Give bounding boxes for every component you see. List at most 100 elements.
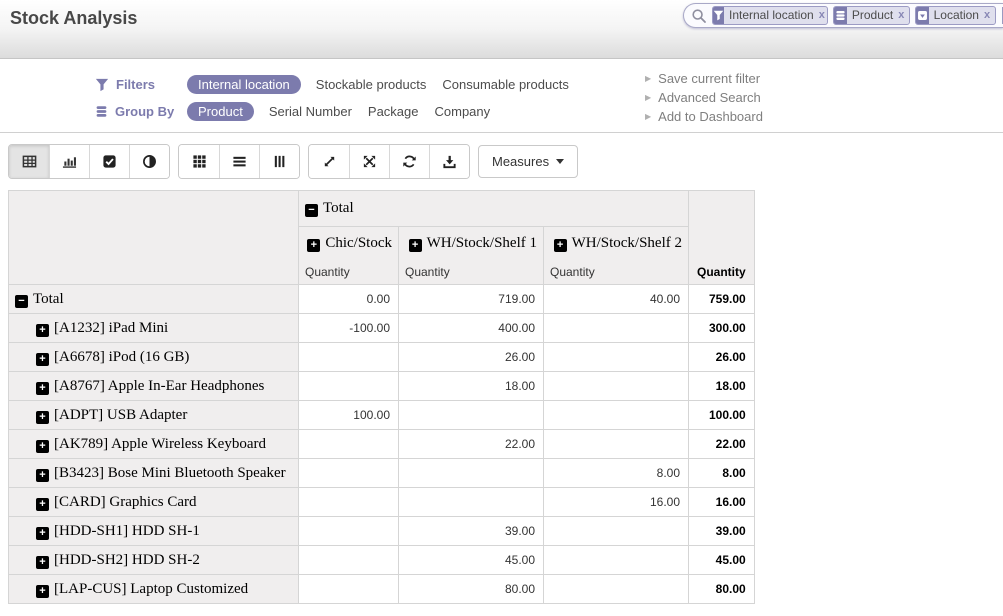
actions-group (308, 144, 470, 179)
groupby-option-company[interactable]: Company (435, 104, 491, 119)
expand-icon[interactable]: + (554, 239, 567, 252)
expand-icon[interactable]: + (36, 324, 49, 337)
search-bar[interactable]: Internal location x Product x Location x (683, 3, 1003, 28)
caret-down-icon (556, 159, 564, 164)
expand-icon[interactable]: + (36, 382, 49, 395)
pivot-table-view-button[interactable] (9, 145, 49, 178)
expand-icon[interactable]: + (36, 498, 49, 511)
add-to-dashboard-link[interactable]: ▶ Add to Dashboard (645, 107, 763, 126)
column-group-icon (916, 7, 928, 24)
layout-group (178, 144, 300, 179)
table-row: +[LAP-CUS] Laptop Customized 80.00 80.00 (9, 575, 755, 604)
collapse-icon[interactable]: − (15, 295, 28, 308)
filter-option-consumable[interactable]: Consumable products (442, 77, 568, 92)
row-header-product[interactable]: +[HDD-SH1] HDD SH-1 (9, 517, 299, 546)
search-facet-groupby[interactable]: Product x (833, 6, 910, 25)
cell (299, 343, 399, 372)
columns-layout-button[interactable] (259, 145, 299, 178)
cell: 0.00 (299, 285, 399, 314)
cell: -100.00 (299, 314, 399, 343)
advanced-search-link[interactable]: ▶ Advanced Search (645, 88, 763, 107)
table-row: +[CARD] Graphics Card 16.00 16.00 (9, 488, 755, 517)
cell: 400.00 (399, 314, 544, 343)
filter-option-stockable[interactable]: Stockable products (316, 77, 427, 92)
refresh-button[interactable] (389, 145, 429, 178)
cell (544, 575, 689, 604)
row-header-product[interactable]: +[A8767] Apple In-Ear Headphones (9, 372, 299, 401)
cell (544, 517, 689, 546)
rows-icon (232, 154, 247, 169)
expand-icon[interactable]: + (36, 353, 49, 366)
expand-icon (322, 154, 337, 169)
measure-header-total[interactable]: Quantity (689, 260, 755, 285)
cell (544, 314, 689, 343)
cell: 45.00 (399, 546, 544, 575)
measures-button[interactable]: Measures (478, 145, 578, 178)
adjust-contrast-button[interactable] (129, 145, 169, 178)
row-header-product[interactable]: +[CARD] Graphics Card (9, 488, 299, 517)
cell: 100.00 (299, 401, 399, 430)
cell (299, 430, 399, 459)
groupby-row: Group By Product Serial Number Package C… (95, 102, 506, 121)
search-icon (691, 8, 707, 24)
row-header-product[interactable]: +[A1232] iPad Mini (9, 314, 299, 343)
download-button[interactable] (429, 145, 469, 178)
row-header-product[interactable]: +[ADPT] USB Adapter (9, 401, 299, 430)
row-header-product[interactable]: +[AK789] Apple Wireless Keyboard (9, 430, 299, 459)
groupby-heading[interactable]: Group By (95, 104, 187, 119)
grid-layout-button[interactable] (179, 145, 219, 178)
measure-header[interactable]: Quantity (544, 260, 689, 285)
expand-icon[interactable]: + (307, 239, 320, 252)
column-header-chic-stock[interactable]: +Chic/Stock (299, 227, 399, 260)
facet-remove-button[interactable]: x (819, 7, 828, 24)
expand-all-button[interactable] (309, 145, 349, 178)
facet-label: Internal location (724, 7, 819, 24)
groupby-option-package[interactable]: Package (368, 104, 419, 119)
cell: 22.00 (399, 430, 544, 459)
filters-heading[interactable]: Filters (95, 77, 187, 92)
row-header-total[interactable]: −Total (9, 285, 299, 314)
search-facet-column-group[interactable]: Location x (915, 6, 996, 25)
rows-layout-button[interactable] (219, 145, 259, 178)
expand-icon[interactable]: + (36, 411, 49, 424)
move-arrows-icon (362, 154, 377, 169)
row-header-product[interactable]: +[LAP-CUS] Laptop Customized (9, 575, 299, 604)
view-switcher-group (8, 144, 170, 179)
expand-icon[interactable]: + (36, 469, 49, 482)
save-current-filter-link[interactable]: ▶ Save current filter (645, 69, 763, 88)
refresh-icon (402, 154, 417, 169)
row-header-product[interactable]: +[HDD-SH2] HDD SH-2 (9, 546, 299, 575)
cell (544, 401, 689, 430)
active-filter-pill[interactable]: Internal location (187, 75, 301, 94)
table-row: +[B3423] Bose Mini Bluetooth Speaker 8.0… (9, 459, 755, 488)
expand-icon[interactable]: + (36, 440, 49, 453)
row-header-product[interactable]: +[A6678] iPod (16 GB) (9, 343, 299, 372)
cell (299, 488, 399, 517)
column-header-shelf-1[interactable]: +WH/Stock/Shelf 1 (399, 227, 544, 260)
total-cell: 759.00 (689, 285, 755, 314)
facet-remove-button[interactable]: x (898, 7, 909, 24)
adjust-contrast-icon (142, 154, 157, 169)
expand-icon[interactable]: + (36, 556, 49, 569)
check-square-button[interactable] (89, 145, 129, 178)
column-group-total[interactable]: −Total (299, 191, 689, 227)
bar-chart-view-button[interactable] (49, 145, 89, 178)
groupby-option-serial[interactable]: Serial Number (269, 104, 352, 119)
expand-icon[interactable]: + (36, 585, 49, 598)
collapse-icon[interactable]: − (305, 204, 318, 217)
expand-icon[interactable]: + (409, 239, 422, 252)
move-arrows-button[interactable] (349, 145, 389, 178)
cell (299, 372, 399, 401)
search-facet-filter[interactable]: Internal location x (712, 6, 828, 25)
measure-header[interactable]: Quantity (299, 260, 399, 285)
facet-remove-button[interactable]: x (984, 7, 995, 24)
measure-header[interactable]: Quantity (399, 260, 544, 285)
column-header-shelf-2[interactable]: +WH/Stock/Shelf 2 (544, 227, 689, 260)
expand-icon[interactable]: + (36, 527, 49, 540)
row-header-product[interactable]: +[B3423] Bose Mini Bluetooth Speaker (9, 459, 299, 488)
total-cell: 80.00 (689, 575, 755, 604)
cell (299, 459, 399, 488)
groupby-label: Group By (115, 104, 174, 119)
active-groupby-pill[interactable]: Product (187, 102, 254, 121)
pivot-toolbar: Measures (8, 144, 578, 179)
